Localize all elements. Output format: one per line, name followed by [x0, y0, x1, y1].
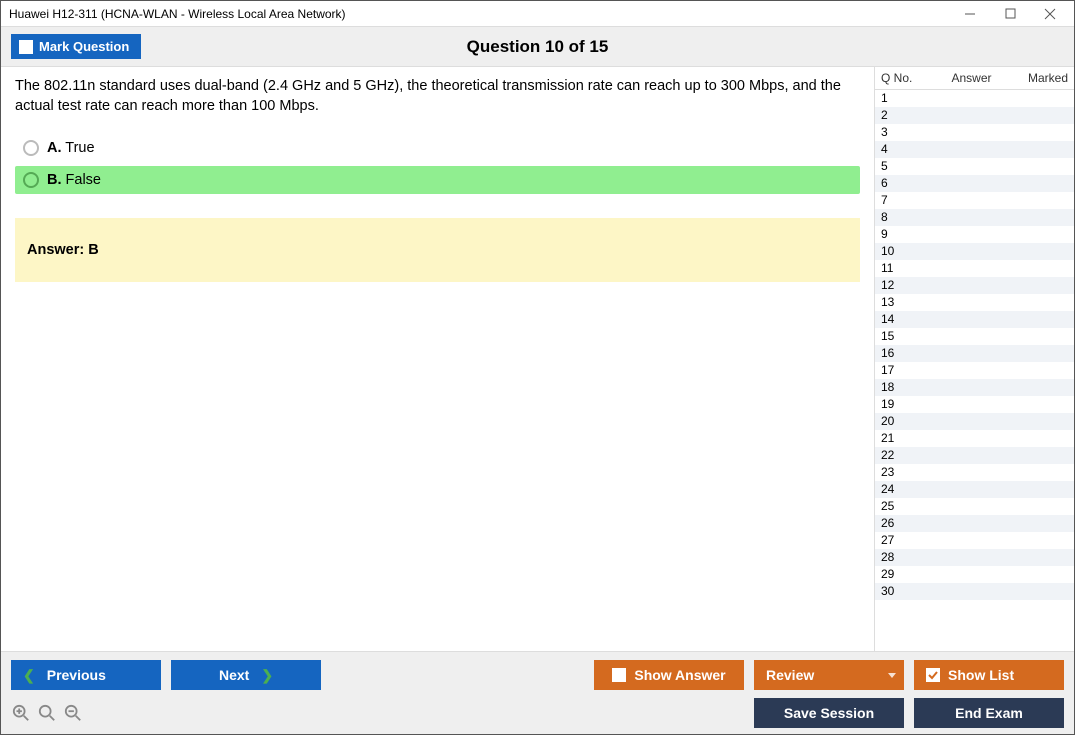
question-list-header: Q No. Answer Marked: [875, 67, 1074, 90]
zoom-out-icon[interactable]: [63, 703, 83, 723]
end-exam-button[interactable]: End Exam: [914, 698, 1064, 728]
option-a[interactable]: A. True: [15, 134, 860, 162]
question-list-row[interactable]: 6: [875, 175, 1074, 192]
question-list-row[interactable]: 5: [875, 158, 1074, 175]
question-list-row[interactable]: 15: [875, 328, 1074, 345]
header-marked: Marked: [1018, 71, 1068, 85]
maximize-button[interactable]: [990, 2, 1030, 26]
question-list-row[interactable]: 3: [875, 124, 1074, 141]
end-exam-label: End Exam: [955, 705, 1023, 721]
question-list-row[interactable]: 27: [875, 532, 1074, 549]
option-text: A. True: [47, 140, 95, 156]
question-list-row[interactable]: 19: [875, 396, 1074, 413]
previous-button[interactable]: ❮ Previous: [11, 660, 161, 690]
answer-value: B: [88, 242, 98, 258]
question-list-row[interactable]: 10: [875, 243, 1074, 260]
question-list-row[interactable]: 22: [875, 447, 1074, 464]
question-list-row[interactable]: 13: [875, 294, 1074, 311]
show-answer-label: Show Answer: [634, 667, 725, 683]
chevron-right-icon: ❯: [261, 667, 273, 684]
question-list-panel: Q No. Answer Marked 12345678910111213141…: [874, 67, 1074, 651]
checkbox-icon: [612, 668, 626, 682]
question-list-row[interactable]: 17: [875, 362, 1074, 379]
question-list-row[interactable]: 9: [875, 226, 1074, 243]
question-list-row[interactable]: 2: [875, 107, 1074, 124]
header-answer: Answer: [925, 71, 1018, 85]
option-b[interactable]: B. False: [15, 166, 860, 194]
question-list-row[interactable]: 25: [875, 498, 1074, 515]
chevron-left-icon: ❮: [23, 667, 35, 684]
checkbox-checked-icon: [926, 668, 940, 682]
footer-row-2: Save Session End Exam: [11, 698, 1064, 728]
mark-question-label: Mark Question: [39, 39, 129, 54]
minimize-button[interactable]: [950, 2, 990, 26]
titlebar: Huawei H12-311 (HCNA-WLAN - Wireless Loc…: [1, 1, 1074, 27]
question-header: Question 10 of 15: [1, 37, 1074, 57]
toolbar: Mark Question Question 10 of 15: [1, 27, 1074, 67]
zoom-reset-icon[interactable]: [37, 703, 57, 723]
radio-icon: [23, 172, 39, 188]
save-session-label: Save Session: [784, 705, 874, 721]
question-list-row[interactable]: 21: [875, 430, 1074, 447]
question-list-row[interactable]: 23: [875, 464, 1074, 481]
content-area: The 802.11n standard uses dual-band (2.4…: [1, 67, 1074, 652]
option-text: B. False: [47, 172, 101, 188]
show-list-button[interactable]: Show List: [914, 660, 1064, 690]
question-panel: The 802.11n standard uses dual-band (2.4…: [1, 67, 874, 651]
next-label: Next: [219, 667, 249, 683]
question-list-row[interactable]: 30: [875, 583, 1074, 600]
question-list-row[interactable]: 4: [875, 141, 1074, 158]
review-label: Review: [766, 667, 814, 683]
window-title: Huawei H12-311 (HCNA-WLAN - Wireless Loc…: [9, 7, 950, 21]
question-list-row[interactable]: 20: [875, 413, 1074, 430]
next-button[interactable]: Next ❯: [171, 660, 321, 690]
zoom-controls: [11, 703, 83, 723]
question-list-row[interactable]: 24: [875, 481, 1074, 498]
previous-label: Previous: [47, 667, 106, 683]
dropdown-arrow-icon: [888, 673, 896, 678]
save-session-button[interactable]: Save Session: [754, 698, 904, 728]
radio-icon: [23, 140, 39, 156]
app-window: Huawei H12-311 (HCNA-WLAN - Wireless Loc…: [0, 0, 1075, 735]
question-list-row[interactable]: 12: [875, 277, 1074, 294]
question-list-row[interactable]: 11: [875, 260, 1074, 277]
footer: ❮ Previous Next ❯ Show Answer Review Sho…: [1, 652, 1074, 734]
close-button[interactable]: [1030, 2, 1070, 26]
question-list[interactable]: 1234567891011121314151617181920212223242…: [875, 90, 1074, 651]
question-list-row[interactable]: 18: [875, 379, 1074, 396]
window-controls: [950, 2, 1070, 26]
mark-question-button[interactable]: Mark Question: [11, 34, 141, 59]
review-button[interactable]: Review: [754, 660, 904, 690]
show-answer-button[interactable]: Show Answer: [594, 660, 744, 690]
header-qno: Q No.: [881, 71, 925, 85]
answer-box: Answer: B: [15, 218, 860, 282]
question-list-row[interactable]: 8: [875, 209, 1074, 226]
question-list-row[interactable]: 7: [875, 192, 1074, 209]
show-list-label: Show List: [948, 667, 1014, 683]
answer-prefix: Answer:: [27, 242, 84, 258]
question-list-row[interactable]: 1: [875, 90, 1074, 107]
question-list-row[interactable]: 26: [875, 515, 1074, 532]
zoom-in-icon[interactable]: [11, 703, 31, 723]
checkbox-icon: [19, 40, 33, 54]
question-list-row[interactable]: 14: [875, 311, 1074, 328]
question-list-row[interactable]: 28: [875, 549, 1074, 566]
question-list-row[interactable]: 29: [875, 566, 1074, 583]
question-list-row[interactable]: 16: [875, 345, 1074, 362]
footer-row-1: ❮ Previous Next ❯ Show Answer Review Sho…: [11, 660, 1064, 690]
question-text: The 802.11n standard uses dual-band (2.4…: [15, 77, 860, 116]
options-container: A. True B. False: [15, 134, 860, 194]
